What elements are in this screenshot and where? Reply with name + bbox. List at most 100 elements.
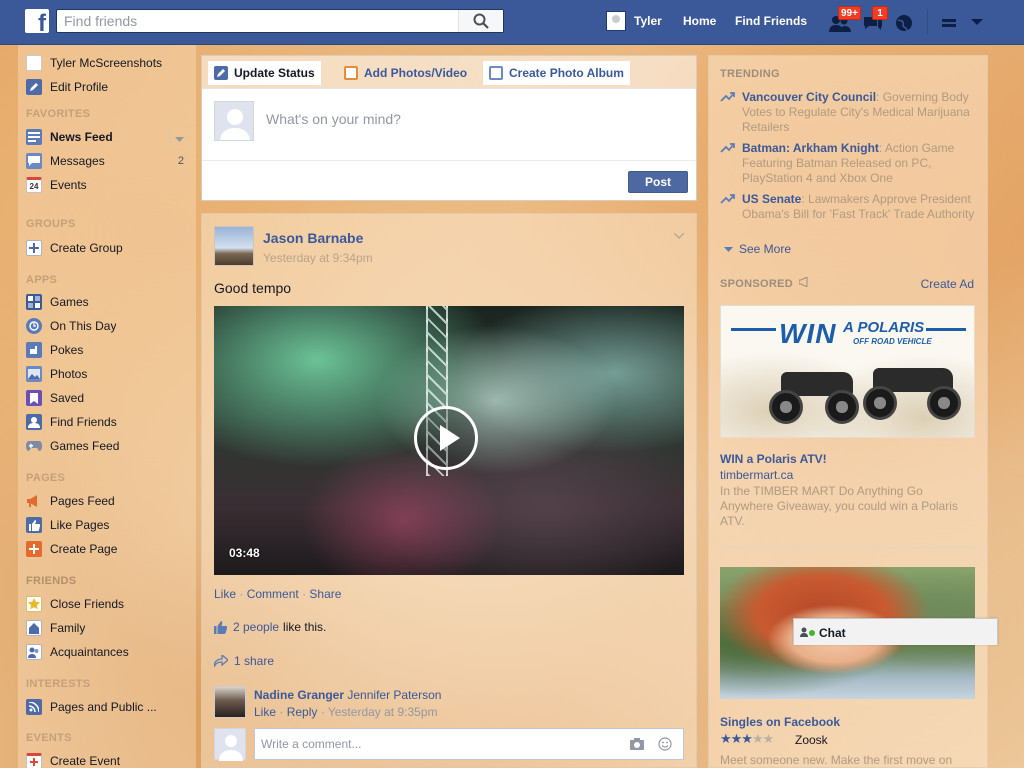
sidebar-item-games-feed[interactable]: Games Feed — [26, 436, 194, 456]
sidebar-item-like-pages[interactable]: Like Pages — [26, 515, 194, 535]
ad-title-link[interactable]: WIN a Polaris ATV! — [720, 452, 827, 466]
sidebar-item-pokes[interactable]: Pokes — [26, 340, 194, 360]
sidebar-item-label: Pages Feed — [50, 494, 115, 508]
sidebar-item-label: News Feed — [50, 130, 113, 144]
sidebar-item-games[interactable]: Games — [26, 292, 194, 312]
comment-timestamp[interactable]: Yesterday at 9:35pm — [328, 705, 438, 719]
section-header-groups: GROUPS — [26, 218, 76, 230]
search-input[interactable] — [57, 10, 457, 32]
games-icon — [26, 294, 42, 310]
sidebar-item-photos[interactable]: Photos — [26, 364, 194, 384]
comment-link[interactable]: Comment — [247, 587, 299, 601]
trending-title[interactable]: Batman: Arkham Knight — [742, 141, 879, 155]
sidebar-item-create-event[interactable]: Create Event — [26, 751, 194, 768]
tab-label: Update Status — [234, 66, 315, 80]
section-header-interests: INTERESTS — [26, 678, 91, 690]
trending-title[interactable]: Vancouver City Council — [742, 90, 876, 104]
tab-update-status[interactable]: Update Status — [208, 61, 321, 85]
ad-domain-link[interactable]: timbermart.ca — [720, 468, 793, 482]
nav-profile-name[interactable]: Tyler — [634, 14, 662, 28]
sidebar-item-label: Pokes — [50, 343, 84, 357]
separator: · — [239, 587, 244, 601]
comment-author-link[interactable]: Nadine Granger — [254, 688, 344, 702]
trending-item[interactable]: Batman: Arkham Knight: Action Game Featu… — [720, 141, 978, 186]
camera-icon[interactable] — [630, 738, 644, 753]
comment-input[interactable] — [254, 728, 684, 760]
trending-item[interactable]: Vancouver City Council: Governing Body V… — [720, 90, 978, 135]
tab-add-photos-video[interactable]: Add Photos/Video — [338, 61, 473, 85]
nav-home-link[interactable]: Home — [683, 14, 716, 28]
sidebar-item-edit-profile[interactable]: Edit Profile — [26, 77, 194, 97]
like-link[interactable]: Like — [214, 587, 236, 601]
ad-image-polaris[interactable]: WIN A POLARIS OFF ROAD VEHICLE — [720, 305, 975, 438]
facebook-logo-icon[interactable]: f — [25, 9, 49, 33]
sidebar-item-label: Games Feed — [50, 439, 120, 453]
tab-create-photo-album[interactable]: Create Photo Album — [483, 61, 630, 85]
account-settings-menu[interactable] — [968, 9, 992, 35]
shares-count[interactable]: 1 share — [234, 654, 274, 668]
comment-like-link[interactable]: Like — [254, 705, 276, 719]
story-author-link[interactable]: Jason Barnabe — [263, 230, 363, 246]
section-header-events: EVENTS — [26, 732, 72, 744]
status-input[interactable]: What's on your mind? — [266, 111, 401, 127]
see-more-label: See More — [739, 242, 792, 256]
thumbs-up-icon — [214, 620, 227, 634]
comment-reply-link[interactable]: Reply — [287, 705, 318, 719]
sidebar-item-create-group[interactable]: Create Group — [26, 238, 194, 258]
chevron-down-icon[interactable] — [175, 132, 184, 146]
ad-title-link[interactable]: Singles on Facebook — [720, 715, 840, 729]
chat-label: Chat — [819, 626, 846, 640]
privacy-shortcuts[interactable] — [940, 9, 964, 35]
nav-find-friends-link[interactable]: Find Friends — [735, 14, 807, 28]
video-player[interactable]: 03:48 — [214, 306, 684, 575]
search-box — [56, 9, 504, 33]
avatar — [214, 728, 246, 761]
post-button[interactable]: Post — [628, 171, 688, 193]
search-button[interactable] — [458, 10, 503, 32]
avatar[interactable] — [214, 226, 254, 266]
sidebar-item-label: Messages — [50, 154, 105, 168]
sidebar-item-on-this-day[interactable]: On This Day — [26, 316, 194, 336]
sidebar-item-close-friends[interactable]: Close Friends — [26, 594, 194, 614]
messages-jewel[interactable]: 1 — [862, 6, 888, 35]
create-ad-link[interactable]: Create Ad — [921, 277, 974, 291]
notifications-jewel[interactable] — [894, 9, 918, 35]
right-sidebar: TRENDING Vancouver City Council: Governi… — [708, 55, 988, 768]
composer-body: What's on your mind? — [202, 88, 696, 160]
photo-album-icon — [489, 66, 503, 80]
megaphone-icon — [26, 493, 42, 509]
play-icon[interactable] — [414, 406, 478, 470]
ad-description: Meet someone new. Make the first move on — [720, 753, 953, 767]
shares-summary[interactable]: 1 share — [214, 654, 274, 668]
sidebar-item-create-page[interactable]: Create Page — [26, 539, 194, 559]
privacy-lock-icon — [942, 19, 956, 27]
comment-tagged-link[interactable]: Jennifer Paterson — [347, 688, 441, 702]
sidebar-item-family[interactable]: Family — [26, 618, 194, 638]
chat-bar[interactable]: Chat — [793, 618, 998, 645]
sidebar-item-messages[interactable]: Messages 2 — [26, 151, 194, 171]
story-options-button[interactable] — [673, 228, 685, 242]
avatar[interactable] — [214, 686, 246, 718]
divider — [720, 547, 975, 548]
sidebar-item-acquaintances[interactable]: Acquaintances — [26, 642, 194, 662]
sidebar-item-saved[interactable]: Saved — [26, 388, 194, 408]
sidebar-item-events[interactable]: 24 Events — [26, 175, 194, 195]
sidebar-item-news-feed[interactable]: News Feed — [26, 125, 194, 147]
sponsored-label: SPONSORED — [720, 278, 793, 290]
see-more-link[interactable]: See More — [724, 242, 791, 256]
friend-requests-jewel[interactable]: 99+ — [828, 6, 861, 35]
trending-title[interactable]: US Senate — [742, 192, 801, 206]
sidebar-item-pages-feed[interactable]: Pages Feed — [26, 491, 194, 511]
likes-people-link[interactable]: 2 people — [233, 620, 279, 634]
sidebar-item-pages-and-public[interactable]: Pages and Public ... — [26, 697, 194, 717]
comment: Nadine Granger Jennifer Paterson Like · … — [214, 686, 684, 722]
nav-divider — [927, 9, 928, 35]
share-link[interactable]: Share — [309, 587, 341, 601]
emoji-icon[interactable] — [658, 737, 672, 754]
chat-person-icon — [800, 627, 808, 637]
trending-item[interactable]: US Senate: Lawmakers Approve President O… — [720, 192, 978, 222]
story-timestamp[interactable]: Yesterday at 9:34pm — [263, 251, 373, 265]
sidebar-item-find-friends[interactable]: Find Friends — [26, 412, 194, 432]
chevron-down-icon — [971, 19, 983, 25]
sidebar-item-profile[interactable]: Tyler McScreenshots — [26, 53, 194, 73]
